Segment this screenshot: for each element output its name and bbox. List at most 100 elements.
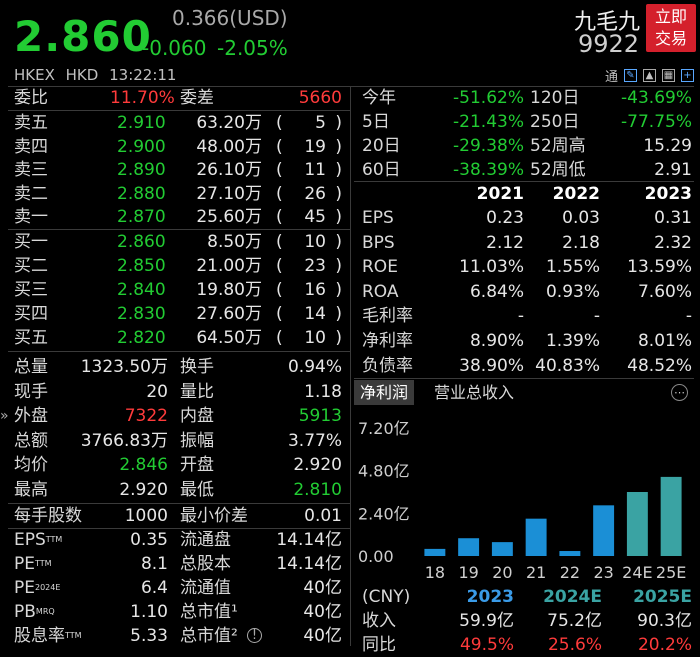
paren-open: (: [276, 232, 283, 252]
ask-price: 2.900: [117, 136, 166, 157]
trade-button-line2: 交易: [654, 29, 687, 48]
bid-row[interactable]: 买五 2.820 64.50万 (10): [14, 326, 348, 350]
fin-value: 1.55%: [545, 257, 600, 278]
ask-row[interactable]: 卖五 2.910 63.20万 (5): [14, 111, 348, 135]
paren-close: ): [335, 328, 342, 348]
stats-row: 最高 2.920 最低 2.810: [14, 478, 348, 502]
return-value: 15.29: [643, 136, 692, 156]
fin-label: 净利率: [362, 331, 413, 351]
stat-value: 7322: [124, 406, 168, 427]
ask-row[interactable]: 卖三 2.890 26.10万 (11): [14, 158, 348, 182]
stat-value: 2.920: [293, 455, 342, 476]
stat-label: 量比: [180, 381, 214, 402]
valuation-value: 0.35: [130, 530, 168, 550]
stat-label: 换手: [180, 357, 214, 377]
fin-row: EPS 0.23 0.03 0.31: [362, 206, 696, 230]
fin-label: ROE: [362, 257, 398, 278]
valuation-label-sup: MRQ: [35, 607, 55, 616]
edit-icon[interactable]: ✎: [624, 69, 637, 82]
return-value: -51.62%: [453, 88, 524, 108]
x-tick-label: 19: [458, 563, 478, 582]
valuation-value: 40亿: [303, 578, 342, 598]
bid-row[interactable]: 买一 2.860 8.50万 (10): [14, 230, 348, 254]
add-icon[interactable]: +: [681, 69, 694, 82]
fin-value: 48.52%: [627, 355, 692, 376]
bid-row[interactable]: 买二 2.850 21.00万 (23): [14, 254, 348, 278]
paren-close: ): [335, 232, 342, 252]
ask-row[interactable]: 卖二 2.880 27.10万 (26): [14, 182, 348, 206]
return-label: 250日: [530, 112, 580, 132]
x-tick-label: 20: [492, 563, 512, 582]
fin-value: 0.31: [654, 208, 692, 228]
tab-net-profit[interactable]: 净利润: [354, 380, 415, 405]
fin-value: 11.03%: [459, 257, 524, 278]
valuation-value: 14.14亿: [276, 554, 342, 574]
more-icon[interactable]: ⋯: [671, 384, 688, 401]
ask-price: 2.890: [117, 160, 166, 180]
valuation-label-text: PB: [14, 602, 36, 622]
ask-row[interactable]: 卖四 2.900 48.00万 (19): [14, 135, 348, 159]
bar-22[interactable]: [559, 551, 581, 556]
currency-label: HKD: [65, 66, 99, 84]
stat-label: 总量: [14, 357, 48, 377]
bar-24E[interactable]: [626, 492, 648, 556]
return-label: 5日: [362, 112, 390, 132]
return-value: -29.38%: [453, 136, 524, 156]
return-label: 52周低: [530, 160, 586, 180]
bar-18[interactable]: [424, 548, 446, 556]
stat-value: 1.18: [304, 381, 342, 402]
fin-row: BPS 2.12 2.18 2.32: [362, 231, 696, 255]
bar-25E[interactable]: [660, 476, 682, 556]
stat-label: 总额: [14, 430, 48, 451]
bell-icon[interactable]: ▲: [643, 69, 656, 82]
trade-now-button[interactable]: 立即 交易: [646, 4, 696, 52]
tick-size-value: 0.01: [304, 506, 342, 526]
x-tick-label: 22: [560, 563, 580, 582]
price-change-percent: -2.05%: [217, 36, 288, 60]
y-tick-label: 2.40亿: [358, 504, 410, 523]
valuation-label: 股息率TTM: [14, 624, 82, 648]
stats-row: 外盘 7322 内盘 5913: [14, 404, 348, 428]
return-value: -38.39%: [453, 160, 524, 180]
tong-label[interactable]: 通: [605, 66, 618, 85]
fin-year-header: 2021: [476, 184, 524, 204]
stat-value: 2.920: [119, 480, 168, 500]
bar-23[interactable]: [593, 505, 615, 556]
expand-panel-icon[interactable]: »: [0, 408, 9, 424]
ask-row[interactable]: 卖一 2.870 25.60万 (45): [14, 205, 348, 229]
grid-icon[interactable]: ▦: [662, 69, 675, 82]
paren-open: (: [276, 304, 283, 324]
trade-button-line1: 立即: [654, 7, 687, 26]
paren-open: (: [276, 256, 283, 276]
bid-order-count: 23: [304, 256, 326, 276]
valuation-value: 40亿: [303, 626, 342, 646]
bid-level-label: 买三: [14, 280, 48, 300]
stat-label: 现手: [14, 381, 48, 402]
stat-value: 3.77%: [287, 430, 342, 451]
valuation-label: 总市值²: [180, 626, 238, 646]
revenue-value: 90.3亿: [637, 611, 692, 631]
bar-21[interactable]: [525, 518, 547, 556]
stat-value: 0.94%: [287, 357, 342, 377]
commission-ratio-value: 11.70%: [110, 88, 175, 108]
bid-row[interactable]: 买四 2.830 27.60万 (14): [14, 302, 348, 326]
fin-value: 6.84%: [469, 281, 524, 302]
paren-close: ): [335, 207, 342, 227]
tab-revenue[interactable]: 营业总收入: [428, 380, 520, 405]
revenue-label: 收入: [362, 611, 396, 631]
ask-level-label: 卖四: [14, 136, 48, 157]
lot-size-label: 每手股数: [14, 506, 82, 526]
valuation-label: PETTM: [14, 552, 52, 576]
bid-row[interactable]: 买三 2.840 19.80万 (16): [14, 278, 348, 302]
valuation-label-text: 股息率: [14, 626, 65, 646]
stat-value: 1323.50万: [80, 357, 168, 377]
stat-label: 最高: [14, 480, 48, 500]
ask-level-label: 卖一: [14, 207, 48, 227]
stat-value: 3766.83万: [80, 430, 168, 451]
info-icon[interactable]: !: [247, 628, 262, 643]
valuation-label: EPSTTM: [14, 528, 62, 552]
bar-20[interactable]: [491, 542, 513, 556]
ask-price: 2.910: [117, 113, 166, 133]
return-row: 5日 -21.43% 250日 -77.75%: [362, 110, 696, 134]
bar-19[interactable]: [458, 538, 480, 556]
